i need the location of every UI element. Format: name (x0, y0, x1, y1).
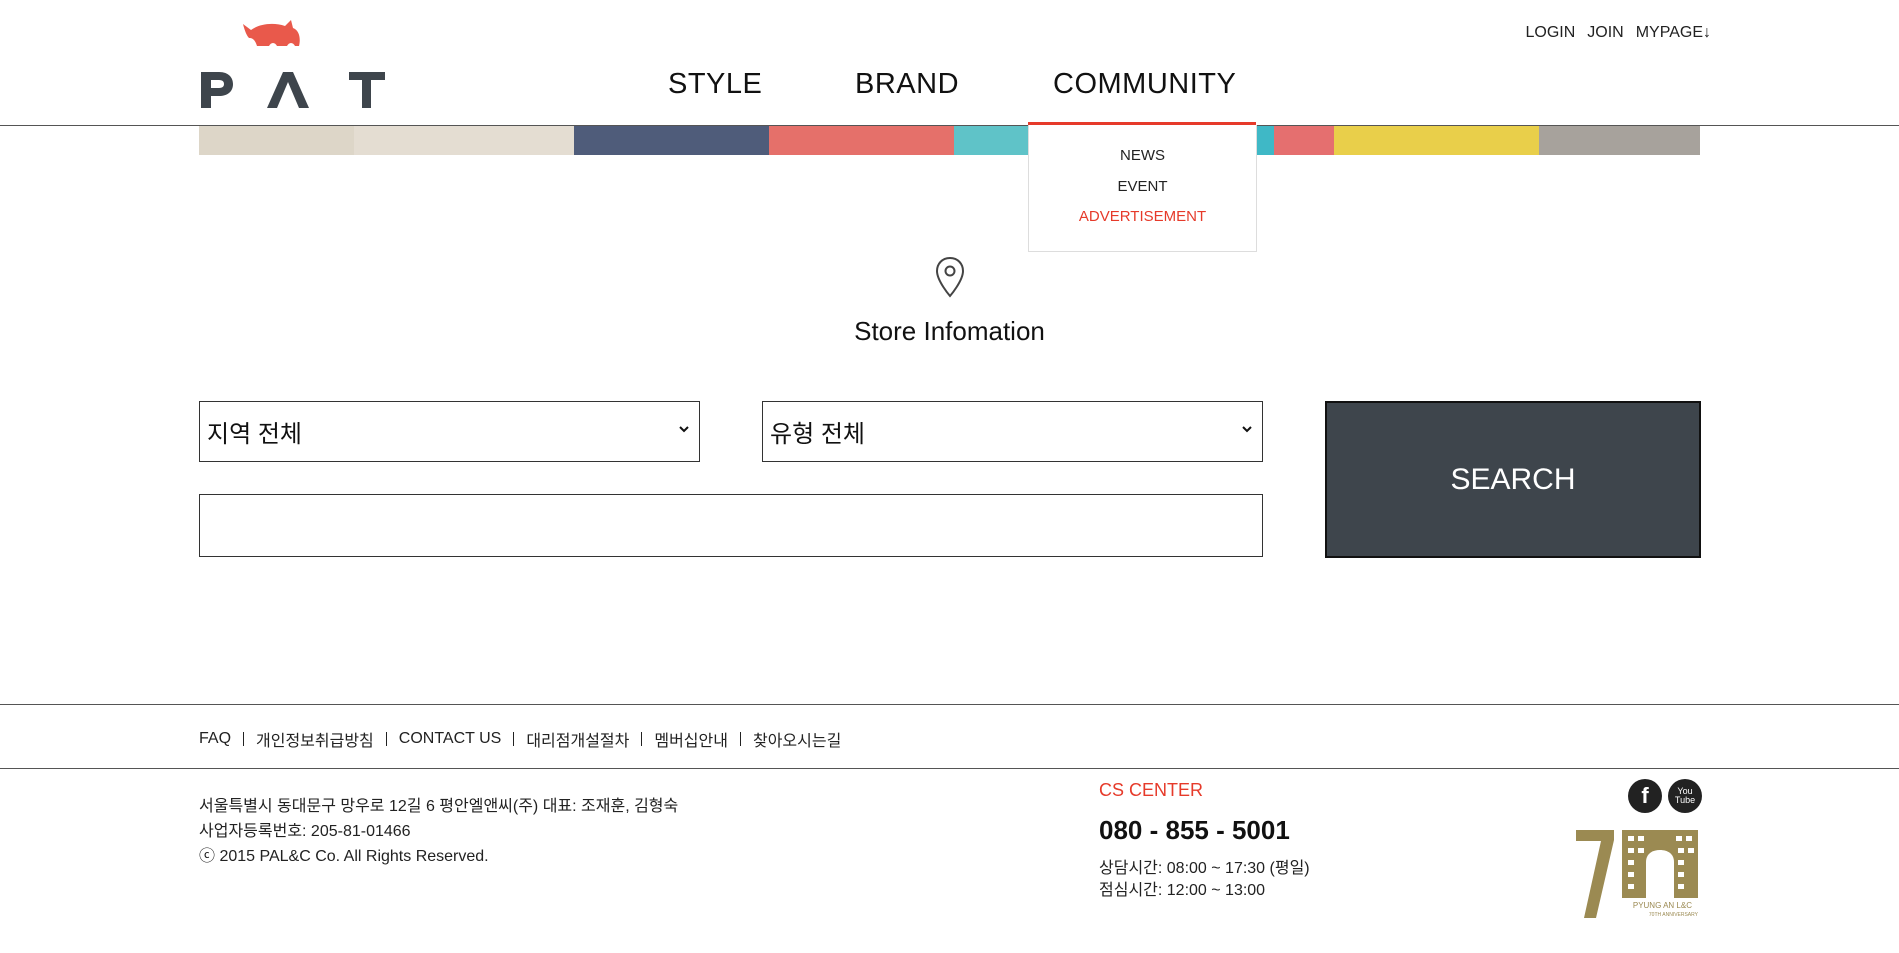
join-link[interactable]: JOIN (1587, 24, 1623, 42)
chevron-down-icon (679, 426, 689, 433)
address-line: 서울특별시 동대문구 망우로 12길 6 평안엘앤씨(주) 대표: 조재훈, 김… (199, 798, 679, 815)
divider (513, 732, 515, 746)
nav-brand[interactable]: BRAND (855, 68, 959, 101)
menu-item-event[interactable]: EVENT (1029, 178, 1256, 195)
divider (243, 732, 245, 746)
hero-banner-image (199, 125, 1700, 155)
pat-logo[interactable] (199, 16, 385, 110)
cs-phone-number: 080 - 855 - 5001 (1099, 815, 1290, 845)
facebook-icon[interactable]: f (1628, 779, 1662, 813)
youtube-icon[interactable]: You Tube (1668, 779, 1702, 813)
utility-links: LOGIN JOIN MYPAGE↓ (1525, 24, 1711, 42)
cs-lunch-hours: 점심시간: 12:00 ~ 13:00 (1099, 882, 1266, 899)
login-link[interactable]: LOGIN (1525, 24, 1575, 42)
business-number: 사업자등록번호: 205-81-01466 (199, 823, 411, 840)
divider (641, 732, 643, 746)
region-select-value: 지역 전체 (207, 421, 302, 448)
footer-links-bar: FAQ 개인정보취급방침 CONTACT US 대리점개설절차 멤버십안내 찾아… (0, 704, 1899, 769)
company-info: 서울특별시 동대문구 망우로 12길 6 평안엘앤씨(주) 대표: 조재훈, 김… (199, 794, 678, 869)
search-button[interactable]: SEARCH (1325, 401, 1701, 558)
70th-anniversary-logo: PYUNG AN L&C 70TH ANNIVERSARY (1574, 826, 1702, 920)
type-select[interactable]: 유형 전체 (762, 401, 1263, 462)
nav-style[interactable]: STYLE (668, 68, 762, 101)
footer-link-agency[interactable]: 대리점개설절차 (526, 727, 629, 751)
menu-item-news[interactable]: NEWS (1029, 147, 1256, 164)
youtube-text-tube: Tube (1674, 795, 1696, 805)
location-pin-icon (934, 256, 966, 298)
anniv-text-70th: 70TH ANNIVERSARY (1649, 912, 1699, 918)
chevron-down-icon (1242, 426, 1252, 433)
copyright: ⓒ 2015 PAL&C Co. All Rights Reserved. (199, 848, 489, 865)
cs-consult-hours: 상담시간: 08:00 ~ 17:30 (평일) (1099, 860, 1310, 877)
cs-center-title: CS CENTER (1099, 780, 1204, 800)
footer-link-faq[interactable]: FAQ (199, 730, 231, 748)
community-dropdown-menu: NEWS EVENT ADVERTISEMENT (1028, 125, 1257, 252)
site-header: LOGIN JOIN MYPAGE↓ STYLE BRAND COMMUNITY (0, 0, 1899, 126)
divider (385, 732, 387, 746)
footer-link-privacy[interactable]: 개인정보취급방침 (256, 727, 374, 751)
type-select-value: 유형 전체 (770, 421, 865, 448)
menu-item-advertisement[interactable]: ADVERTISEMENT (1029, 208, 1256, 225)
mypage-link[interactable]: MYPAGE↓ (1636, 24, 1711, 42)
footer-link-directions[interactable]: 찾아오시는길 (753, 727, 841, 751)
footer-link-contact[interactable]: CONTACT US (399, 730, 502, 748)
footer-links: FAQ 개인정보취급방침 CONTACT US 대리점개설절차 멤버십안내 찾아… (199, 727, 841, 751)
footer-link-membership[interactable]: 멤버십안내 (654, 727, 728, 751)
divider (739, 732, 741, 746)
page-title: Store Infomation (854, 316, 1045, 346)
keyword-search-input[interactable] (199, 494, 1263, 557)
nav-community[interactable]: COMMUNITY (1053, 68, 1236, 101)
cs-hours: 상담시간: 08:00 ~ 17:30 (평일) 점심시간: 12:00 ~ 1… (1099, 858, 1310, 902)
region-select[interactable]: 지역 전체 (199, 401, 700, 462)
anniv-text-company: PYUNG AN L&C (1633, 901, 1692, 910)
rhino-logo-icon (201, 20, 385, 108)
